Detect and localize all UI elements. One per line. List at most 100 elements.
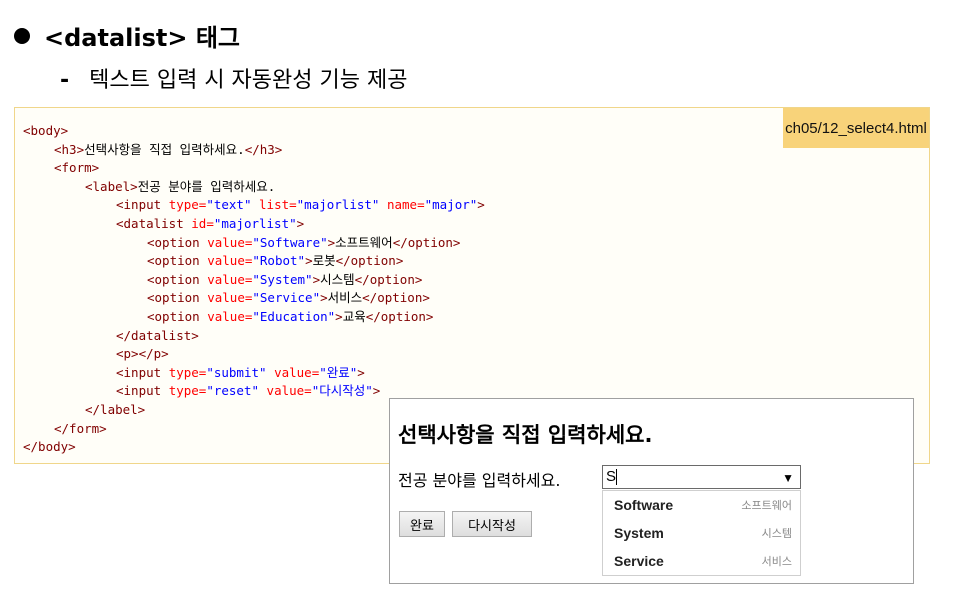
file-label: ch05/12_select4.html bbox=[783, 108, 929, 148]
code-token: value= bbox=[207, 234, 253, 250]
code-line: <option value="Education">교육</option> bbox=[23, 308, 485, 327]
code-token: </option> bbox=[365, 308, 434, 324]
code-token: name= bbox=[386, 197, 425, 213]
code-token: "Software" bbox=[252, 234, 328, 250]
code-token: <h3> bbox=[54, 141, 85, 157]
code-line: <option value="Software">소프트웨어</option> bbox=[23, 234, 485, 253]
slide-heading: <datalist> 태그 bbox=[14, 18, 240, 53]
heading-text: <datalist> 태그 bbox=[44, 24, 240, 52]
code-token: value= bbox=[207, 308, 253, 324]
browser-preview: 선택사항을 직접 입력하세요. 전공 분야를 입력하세요. S ▼ 완료 다시작… bbox=[389, 398, 914, 584]
reset-button[interactable]: 다시작성 bbox=[452, 511, 532, 537]
code-token: 로봇 bbox=[312, 253, 336, 269]
option-label: 서비스 bbox=[761, 555, 792, 568]
code-token: value= bbox=[274, 364, 320, 380]
code-token: "완료" bbox=[319, 364, 358, 380]
code-token: </form> bbox=[54, 420, 107, 436]
subheading: - 텍스트 입력 시 자동완성 기능 제공 bbox=[60, 62, 407, 94]
code-token: 선택사항을 직접 입력하세요. bbox=[84, 141, 245, 157]
datalist-option[interactable]: Service 서비스 bbox=[603, 547, 800, 575]
code-token: "Robot" bbox=[252, 253, 306, 269]
code-line: <h3>선택사항을 직접 입력하세요.</h3> bbox=[23, 141, 485, 160]
text-cursor bbox=[616, 469, 618, 486]
code-line: <form> bbox=[23, 159, 485, 178]
preview-label: 전공 분야를 입력하세요. bbox=[398, 471, 561, 490]
code-token: <input bbox=[116, 197, 169, 213]
code-token: </option> bbox=[354, 271, 423, 287]
code-token: "submit" bbox=[206, 364, 275, 380]
code-token: <p></p> bbox=[116, 346, 169, 362]
code-token: 서비스 bbox=[327, 290, 363, 306]
code-token: </h3> bbox=[244, 141, 283, 157]
code-token: "Service" bbox=[252, 290, 321, 306]
subheading-text: 텍스트 입력 시 자동완성 기능 제공 bbox=[89, 68, 408, 93]
code-line: <p></p> bbox=[23, 345, 485, 364]
code-token: "Education" bbox=[252, 308, 336, 324]
code-token: <option bbox=[147, 253, 208, 269]
code-token: "다시작성" bbox=[311, 383, 373, 399]
code-token: 전공 분야를 입력하세요. bbox=[137, 178, 276, 194]
code-token: > bbox=[335, 308, 343, 324]
code-token: "majorlist" bbox=[213, 215, 297, 231]
option-value: Service bbox=[614, 553, 664, 569]
code-token: </body> bbox=[23, 439, 76, 455]
code-token: <option bbox=[147, 290, 208, 306]
code-token: "System" bbox=[252, 271, 313, 287]
code-token: > bbox=[305, 253, 313, 269]
code-line: <datalist id="majorlist"> bbox=[23, 215, 485, 234]
code-token: <option bbox=[147, 234, 208, 250]
input-value: S bbox=[606, 468, 617, 485]
code-token: type= bbox=[168, 364, 207, 380]
code-token: "major" bbox=[424, 197, 478, 213]
code-token: <body> bbox=[23, 123, 69, 138]
code-token: > bbox=[296, 215, 305, 231]
code-token: <option bbox=[147, 308, 208, 324]
datalist-option[interactable]: System 시스템 bbox=[603, 519, 800, 547]
code-token: "reset" bbox=[206, 383, 267, 399]
dropdown-arrow-icon[interactable]: ▼ bbox=[782, 467, 794, 489]
code-line: <label>전공 분야를 입력하세요. bbox=[23, 178, 485, 197]
code-token: </option> bbox=[392, 234, 461, 250]
code-token: value= bbox=[207, 271, 253, 287]
code-line: <option value="Service">서비스</option> bbox=[23, 289, 485, 308]
code-token: 시스템 bbox=[320, 271, 355, 287]
code-token: > bbox=[320, 290, 328, 306]
code-token: value= bbox=[207, 253, 253, 269]
code-line: <input type="submit" value="완료"> bbox=[23, 364, 485, 383]
code-token: list= bbox=[259, 197, 297, 213]
option-label: 소프트웨어 bbox=[741, 499, 792, 512]
major-input[interactable]: S ▼ bbox=[602, 465, 801, 489]
code-token: > bbox=[372, 383, 381, 399]
code-line: <body> bbox=[23, 122, 485, 141]
code-token: > bbox=[477, 197, 485, 213]
datalist-option[interactable]: Software 소프트웨어 bbox=[603, 491, 800, 519]
code-line: <option value="Robot">로봇</option> bbox=[23, 252, 485, 271]
code-token: <form> bbox=[54, 160, 100, 176]
code-line: <option value="System">시스템</option> bbox=[23, 271, 485, 290]
code-token: "text" bbox=[206, 197, 260, 213]
code-token: <input bbox=[116, 364, 169, 380]
code-line: <input type="text" list="majorlist" name… bbox=[23, 196, 485, 215]
code-token: 소프트웨어 bbox=[335, 234, 393, 250]
preview-title: 선택사항을 직접 입력하세요. bbox=[398, 423, 653, 447]
code-token: <option bbox=[147, 271, 208, 287]
code-token: </datalist> bbox=[116, 327, 199, 343]
code-token: value= bbox=[207, 290, 253, 306]
code-token: > bbox=[312, 271, 321, 287]
code-token: value= bbox=[266, 383, 312, 399]
code-token: "majorlist" bbox=[296, 197, 387, 213]
code-token: id= bbox=[191, 215, 214, 231]
submit-button[interactable]: 완료 bbox=[399, 511, 445, 537]
option-value: System bbox=[614, 525, 664, 541]
code-line: </datalist> bbox=[23, 327, 485, 346]
option-value: Software bbox=[614, 497, 674, 513]
code-token: </option> bbox=[362, 290, 430, 306]
datalist-dropdown: Software 소프트웨어 System 시스템 Service 서비스 bbox=[602, 490, 801, 576]
code-token: type= bbox=[168, 383, 207, 399]
code-token: </option> bbox=[335, 253, 404, 269]
option-label: 시스템 bbox=[761, 527, 792, 540]
code-token: > bbox=[357, 364, 365, 380]
code-token: </label> bbox=[85, 401, 146, 417]
code-token: <datalist bbox=[116, 215, 192, 231]
bullet-icon bbox=[14, 27, 30, 44]
